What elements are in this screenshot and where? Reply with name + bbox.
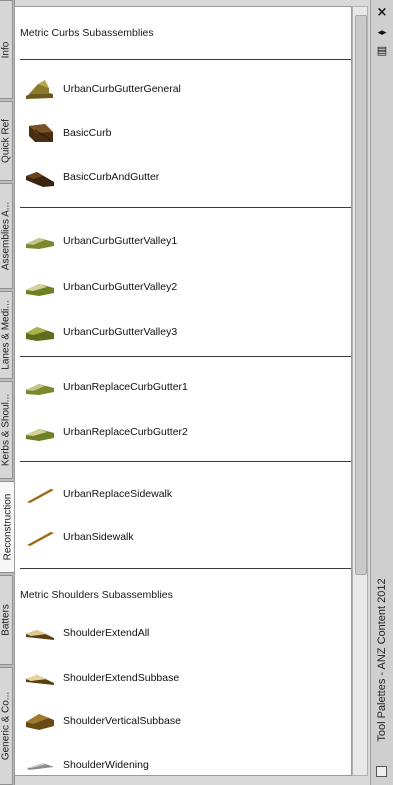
- palette-menu-icon[interactable]: [376, 766, 387, 777]
- tab-label: Info: [0, 41, 12, 58]
- tool-label: UrbanReplaceSidewalk: [63, 488, 173, 500]
- tool-shoulder-widening[interactable]: ShoulderWidening: [25, 751, 345, 775]
- tab-assemblies[interactable]: Assemblies A...: [0, 183, 13, 289]
- section-title-curbs: Metric Curbs Subassemblies: [20, 27, 154, 39]
- tool-label: UrbanSidewalk: [63, 531, 134, 543]
- sidewalk-icon: [27, 531, 54, 546]
- curb-gutter-valley-icon: [26, 327, 54, 341]
- section-divider: [20, 568, 351, 569]
- section-divider: [20, 59, 351, 60]
- tool-label: UrbanReplaceCurbGutter2: [63, 426, 188, 438]
- replace-curb-gutter-icon: [26, 384, 54, 395]
- section-divider: [20, 207, 351, 208]
- tool-label: ShoulderExtendAll: [63, 627, 150, 639]
- tool-urban-sidewalk[interactable]: UrbanSidewalk: [25, 523, 345, 553]
- tool-label: ShoulderVerticalSubbase: [63, 715, 181, 727]
- tab-label: Batters: [0, 604, 12, 636]
- sidewalk-icon: [27, 488, 54, 503]
- tab-label: Reconstruction: [2, 493, 13, 561]
- basic-curb-icon: [29, 124, 53, 142]
- tool-urban-replace-sidewalk[interactable]: UrbanReplaceSidewalk: [25, 480, 345, 510]
- tool-label: ShoulderExtendSubbase: [63, 672, 180, 684]
- tool-label: BasicCurb: [63, 127, 112, 139]
- tool-urban-curb-gutter-valley2[interactable]: UrbanCurbGutterValley2: [25, 273, 345, 303]
- tab-info[interactable]: Info: [0, 0, 13, 99]
- tool-shoulder-extend-subbase[interactable]: ShoulderExtendSubbase: [25, 664, 345, 694]
- tool-label: UrbanCurbGutterValley3: [63, 326, 178, 338]
- palette-title: Tool Palettes - ANZ Content 2012: [376, 578, 388, 742]
- tool-label: UrbanCurbGutterGeneral: [63, 83, 181, 95]
- tool-urban-curb-gutter-valley3[interactable]: UrbanCurbGutterValley3: [25, 318, 345, 348]
- tab-lanes-medians[interactable]: Lanes & Medi...: [0, 291, 13, 379]
- tool-palette-content: Metric Curbs Subassemblies UrbanCurbGutt…: [14, 6, 352, 776]
- tab-kerbs-shoulders[interactable]: Kerbs & Shoul...: [0, 381, 13, 479]
- palette-titlebar: × ◂▸ ▤ Tool Palettes - ANZ Content 2012: [370, 0, 393, 785]
- palette-tab-strip: Info Quick Ref Assemblies A... Lanes & M…: [0, 0, 15, 785]
- tool-basic-curb[interactable]: BasicCurb: [25, 119, 345, 149]
- autohide-icon[interactable]: ◂▸: [374, 26, 390, 40]
- tab-label: Kerbs & Shoul...: [0, 393, 12, 467]
- tool-shoulder-extend-all[interactable]: ShoulderExtendAll: [25, 619, 345, 649]
- tool-label: ShoulderWidening: [63, 759, 149, 771]
- tab-label: Generic & Co...: [0, 691, 12, 761]
- tool-label: UrbanReplaceCurbGutter1: [63, 381, 188, 393]
- tool-label: BasicCurbAndGutter: [63, 171, 160, 183]
- curb-gutter-valley-icon: [26, 238, 54, 249]
- tool-urban-replace-curb-gutter1[interactable]: UrbanReplaceCurbGutter1: [25, 373, 345, 403]
- section-divider: [20, 356, 351, 357]
- tab-reconstruction[interactable]: Reconstruction: [0, 481, 15, 573]
- tab-label: Quick Ref: [0, 119, 12, 163]
- scrollbar-thumb[interactable]: [355, 15, 367, 575]
- tool-urban-curb-gutter-valley1[interactable]: UrbanCurbGutterValley1: [25, 227, 345, 257]
- tool-basic-curb-and-gutter[interactable]: BasicCurbAndGutter: [25, 163, 345, 193]
- shoulder-vertical-icon: [26, 714, 54, 730]
- close-icon[interactable]: ×: [374, 6, 390, 20]
- tool-shoulder-vertical-subbase[interactable]: ShoulderVerticalSubbase: [25, 707, 345, 737]
- tab-label: Assemblies A...: [0, 201, 12, 271]
- properties-icon[interactable]: ▤: [374, 44, 390, 58]
- vertical-scrollbar[interactable]: [352, 6, 368, 776]
- replace-curb-gutter-icon: [26, 429, 54, 441]
- tool-urban-replace-curb-gutter2[interactable]: UrbanReplaceCurbGutter2: [25, 418, 345, 448]
- tab-generic[interactable]: Generic & Co...: [0, 667, 13, 785]
- section-divider: [20, 461, 351, 462]
- basic-curb-gutter-icon: [26, 172, 54, 187]
- section-title-shoulders: Metric Shoulders Subassemblies: [20, 589, 173, 601]
- shoulder-widening-icon: [27, 763, 54, 770]
- shoulder-icon: [26, 630, 54, 640]
- tab-label: Lanes & Medi...: [0, 300, 12, 370]
- shoulder-icon: [26, 675, 54, 685]
- tab-batters[interactable]: Batters: [0, 575, 13, 665]
- tool-label: UrbanCurbGutterValley2: [63, 281, 178, 293]
- tool-label: UrbanCurbGutterValley1: [63, 235, 178, 247]
- curb-gutter-general-icon: [26, 80, 53, 99]
- tab-quick-ref[interactable]: Quick Ref: [0, 101, 13, 181]
- tool-urban-curb-gutter-general[interactable]: UrbanCurbGutterGeneral: [25, 75, 345, 105]
- curb-gutter-valley-icon: [26, 284, 54, 296]
